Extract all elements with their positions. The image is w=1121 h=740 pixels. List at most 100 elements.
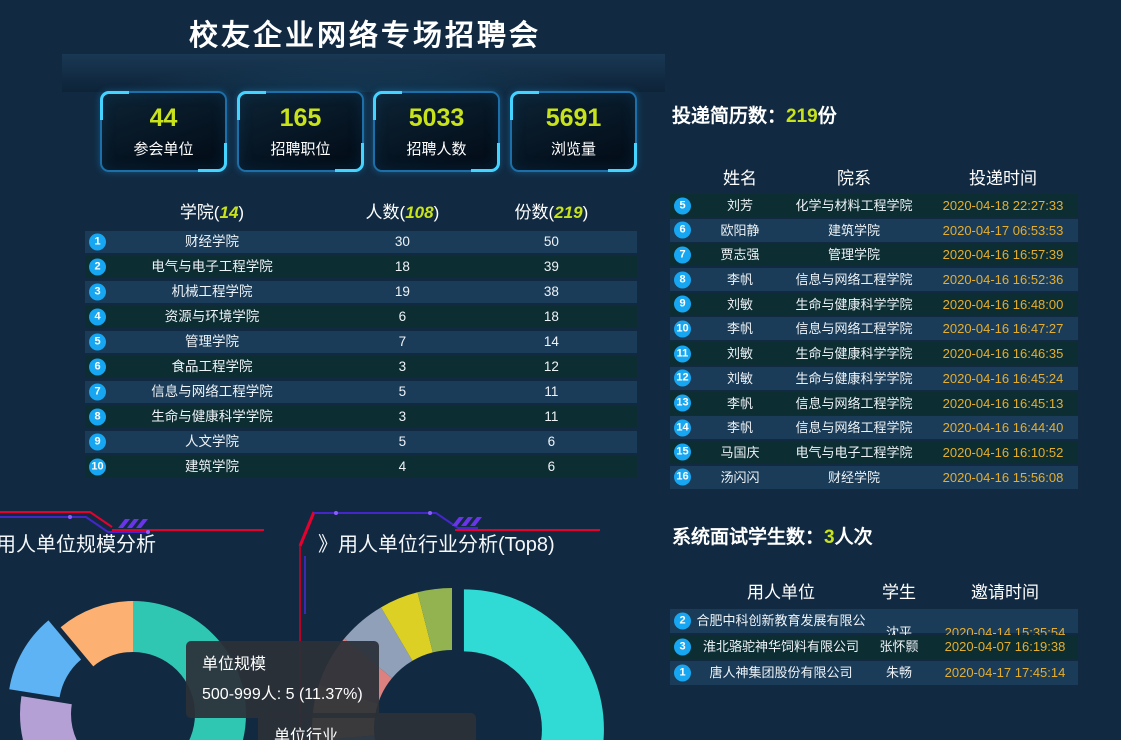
college-name-cell: 人文学院 <box>85 431 339 453</box>
student-name-cell: 刘敏 <box>700 367 780 390</box>
submit-time-cell: 2020-04-16 16:47:27 <box>928 317 1078 340</box>
page-title: 校友企业网络专场招聘会 <box>65 12 665 54</box>
copies-count-cell: 14 <box>466 331 637 353</box>
student-name-cell: 李帆 <box>700 268 780 291</box>
header-label-close: ) <box>238 203 244 222</box>
college-name-cell: 机械工程学院 <box>85 281 339 303</box>
submit-time-cell: 2020-04-16 16:10:52 <box>928 441 1078 464</box>
student-name-cell: 马国庆 <box>700 441 780 464</box>
table-row: 11刘敏生命与健康科学学院2020-04-16 16:46:35 <box>670 342 1078 365</box>
copies-count-cell: 11 <box>466 406 637 428</box>
people-count-cell: 3 <box>339 406 466 428</box>
college-name-cell: 生命与健康科学学院 <box>85 406 339 428</box>
people-count-cell: 18 <box>339 256 466 278</box>
copies-count-cell: 11 <box>466 381 637 403</box>
college-header-cell: 学院(14) <box>85 198 339 223</box>
stat-label: 招聘职位 <box>270 138 330 159</box>
rank-badge: 1 <box>674 665 691 682</box>
table-row: 12刘敏生命与健康科学学院2020-04-16 16:45:24 <box>670 367 1078 390</box>
table-row: 13李帆信息与网络工程学院2020-04-16 16:45:13 <box>670 392 1078 415</box>
people-count-cell: 3 <box>339 356 466 378</box>
table-row: 10李帆信息与网络工程学院2020-04-16 16:47:27 <box>670 317 1078 340</box>
rank-badge: 10 <box>674 320 691 337</box>
header-label: 人数( <box>366 203 406 222</box>
student-name-cell: 刘芳 <box>700 194 780 217</box>
rank-badge: 5 <box>674 197 691 214</box>
interview-header-cell: 用人单位 <box>696 578 866 603</box>
submit-time-cell: 2020-04-16 16:52:36 <box>928 268 1078 291</box>
department-cell: 生命与健康科学学院 <box>780 342 928 365</box>
rank-badge: 6 <box>674 222 691 239</box>
department-cell: 管理学院 <box>780 243 928 266</box>
dashboard-root: 校友企业网络专场招聘会 44参会单位165招聘职位5033招聘人数5691浏览量… <box>0 0 1121 740</box>
student-name-cell: 欧阳静 <box>700 219 780 242</box>
interview-header-cell: 邀请时间 <box>932 578 1078 603</box>
student-name-cell: 李帆 <box>700 416 780 439</box>
submit-time-cell: 2020-04-18 22:27:33 <box>928 194 1078 217</box>
table-row: 7贾志强管理学院2020-04-16 16:57:39 <box>670 243 1078 266</box>
header-label: 学院( <box>180 203 220 222</box>
company-name-cell: 淮北骆驼神华饲料有限公司 <box>696 635 866 659</box>
rank-badge: 2 <box>89 259 106 276</box>
department-cell: 信息与网络工程学院 <box>780 317 928 340</box>
copies-count-cell: 50 <box>466 231 637 253</box>
rank-badge: 7 <box>89 384 106 401</box>
table-row: 9人文学院56 <box>85 431 637 453</box>
resume-title-suffix: 份 <box>818 106 837 127</box>
stat-card: 5033招聘人数 <box>373 91 500 172</box>
interview-table-header: 用人单位学生邀请时间 <box>670 577 1078 603</box>
resume-header-cell: 姓名 <box>700 164 780 189</box>
student-name-cell: 朱畅 <box>866 661 932 685</box>
submit-time-cell: 2020-04-17 06:53:53 <box>928 219 1078 242</box>
college-name-cell: 财经学院 <box>85 231 339 253</box>
table-row: 8李帆信息与网络工程学院2020-04-16 16:52:36 <box>670 268 1078 291</box>
copies-count-cell: 38 <box>466 281 637 303</box>
copies-count-cell: 18 <box>466 306 637 328</box>
stat-value: 44 <box>150 104 178 133</box>
rank-badge: 15 <box>674 444 691 461</box>
rank-badge: 13 <box>674 395 691 412</box>
interview-title-suffix: 人次 <box>835 527 873 548</box>
table-row: 3淮北骆驼神华饲料有限公司张怀颢2020-04-07 16:19:38 <box>670 635 1078 659</box>
student-name-cell: 汤闪闪 <box>700 466 780 489</box>
stat-label: 招聘人数 <box>406 138 466 159</box>
people-count-cell: 30 <box>339 231 466 253</box>
rank-badge: 9 <box>89 434 106 451</box>
interview-table: 2合肥中科创新教育发展有限公司沈平2020-04-14 15:35:543淮北骆… <box>670 609 1078 687</box>
resume-title-prefix: 投递简历数： <box>672 106 786 127</box>
submit-time-cell: 2020-04-16 16:57:39 <box>928 243 1078 266</box>
interview-title-value: 3 <box>824 527 835 548</box>
table-row: 7信息与网络工程学院511 <box>85 381 637 403</box>
invite-time-cell: 2020-04-07 16:19:38 <box>932 635 1078 659</box>
college-name-cell: 信息与网络工程学院 <box>85 381 339 403</box>
department-cell: 化学与材料工程学院 <box>780 194 928 217</box>
department-cell: 生命与健康科学学院 <box>780 367 928 390</box>
people-count-cell: 4 <box>339 456 466 478</box>
people-count-cell: 19 <box>339 281 466 303</box>
stat-card: 44参会单位 <box>100 91 227 172</box>
submit-time-cell: 2020-04-16 15:56:08 <box>928 466 1078 489</box>
copies-count-cell: 6 <box>466 431 637 453</box>
student-name-cell: 刘敏 <box>700 293 780 316</box>
department-cell: 电气与电子工程学院 <box>780 441 928 464</box>
rank-badge: 4 <box>89 309 106 326</box>
rank-badge: 8 <box>89 409 106 426</box>
company-name-cell: 唐人神集团股份有限公司 <box>696 661 866 685</box>
resume-count-title: 投递简历数：219份 <box>672 101 837 128</box>
company-industry-tooltip: 单位行业 <box>258 713 476 740</box>
college-name-cell: 管理学院 <box>85 331 339 353</box>
submit-time-cell: 2020-04-16 16:45:13 <box>928 392 1078 415</box>
copies-count-cell: 12 <box>466 356 637 378</box>
rank-badge: 1 <box>89 234 106 251</box>
interview-header-cell: 学生 <box>866 578 932 603</box>
copies-count-cell: 6 <box>466 456 637 478</box>
rank-badge: 12 <box>674 370 691 387</box>
invite-time-cell: 2020-04-17 17:45:14 <box>932 661 1078 685</box>
header-count: 108 <box>405 203 433 222</box>
interview-title-prefix: 系统面试学生数： <box>672 527 824 548</box>
table-row: 5 刘芳化学与材料工程学院2020-04-18 22:27:33 <box>670 194 1078 217</box>
table-row: 1财经学院3050 <box>85 231 637 253</box>
table-row: 16汤闪闪财经学院2020-04-16 15:56:08 <box>670 466 1078 489</box>
table-row: 10建筑学院46 <box>85 456 637 478</box>
table-row: 3机械工程学院1938 <box>85 281 637 303</box>
